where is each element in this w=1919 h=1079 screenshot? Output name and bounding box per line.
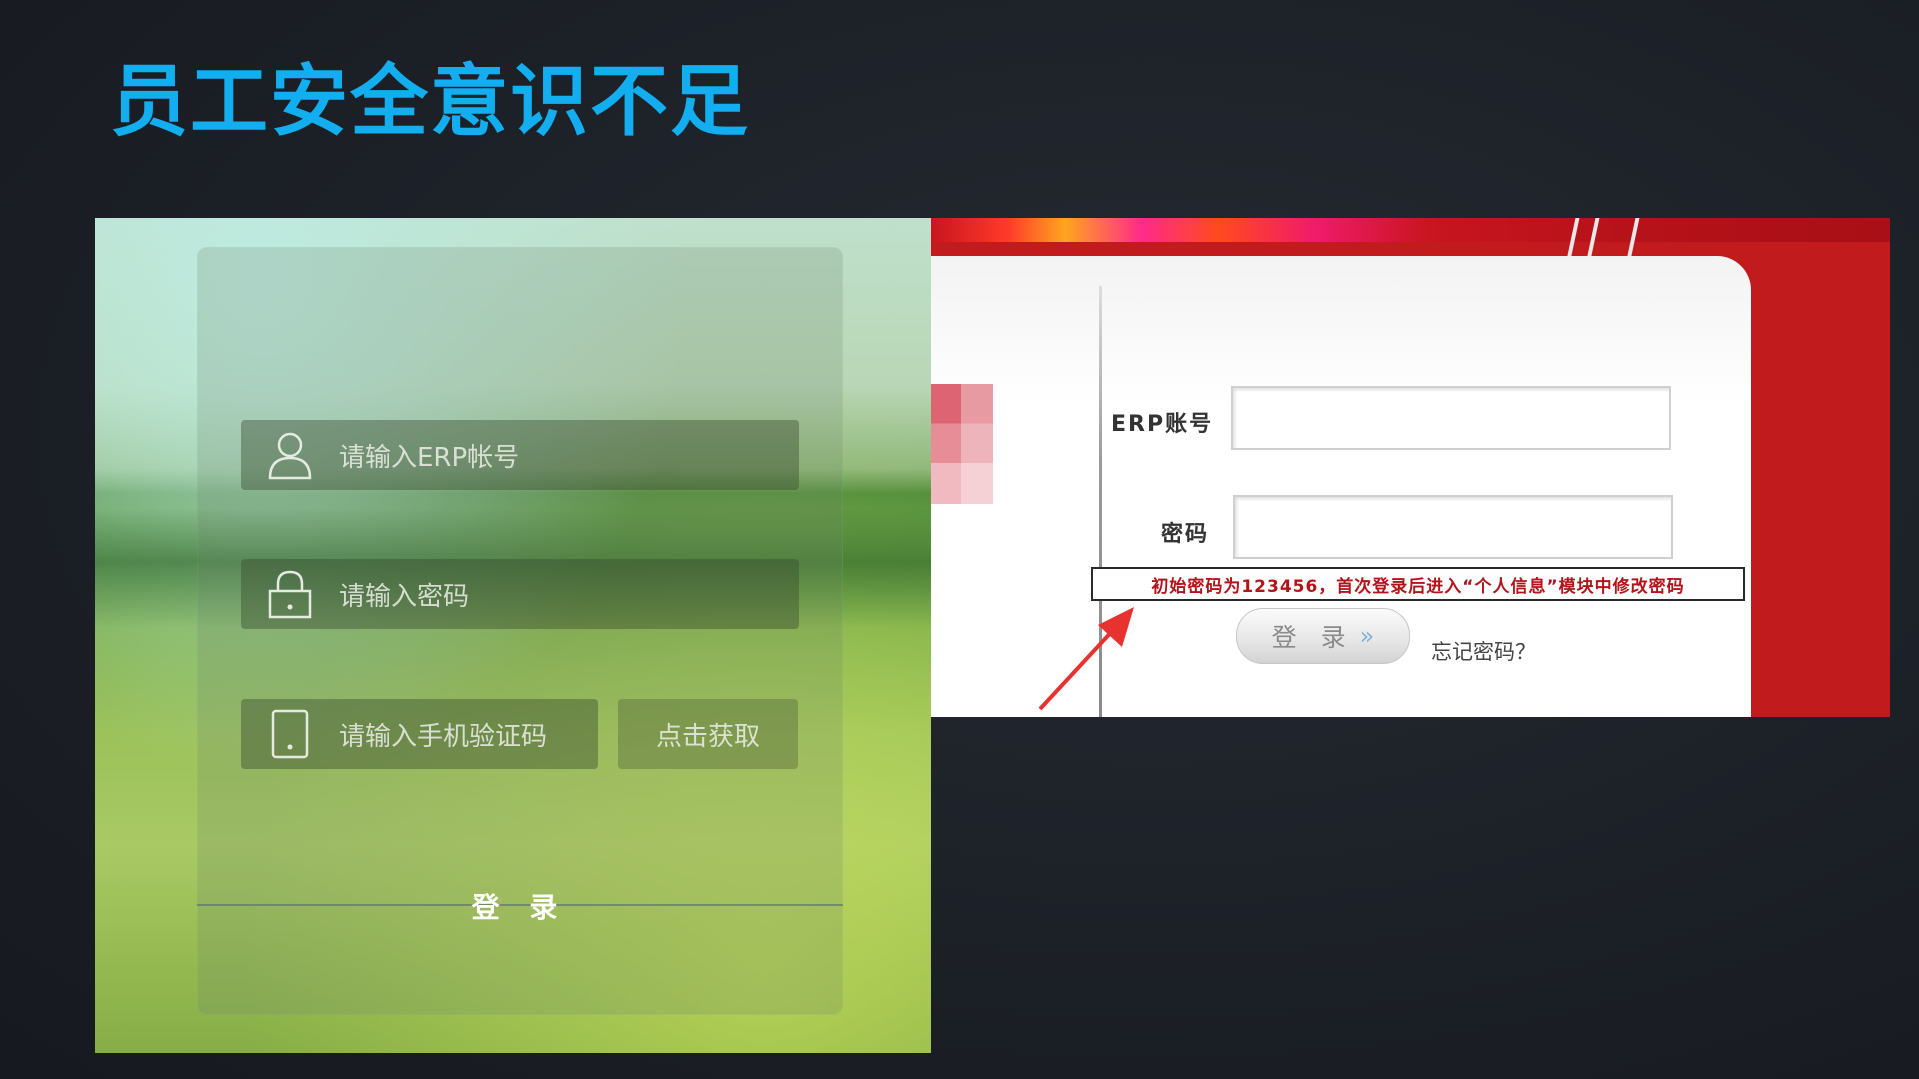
password-input[interactable]: 请输入密码 bbox=[241, 559, 799, 629]
erp-account-input[interactable] bbox=[1231, 386, 1671, 450]
login-button-label: 登 录 bbox=[471, 891, 568, 924]
header-banner bbox=[931, 218, 1890, 260]
user-icon bbox=[267, 430, 313, 480]
slide-title: 员工安全意识不足 bbox=[110, 57, 751, 147]
sms-code-input[interactable]: 请输入手机验证码 bbox=[241, 699, 598, 769]
get-code-button[interactable]: 点击获取 bbox=[618, 699, 798, 769]
erp-account-label: ERP账号 bbox=[1111, 412, 1214, 437]
banner-decoration bbox=[1626, 218, 1640, 260]
login-screenshot-left: 请输入ERP帐号 请输入密码 请输入手机验证码 点击获取 登 录 bbox=[95, 218, 931, 1053]
password-placeholder: 请输入密码 bbox=[339, 581, 470, 612]
phone-icon bbox=[267, 709, 313, 759]
account-placeholder: 请输入ERP帐号 bbox=[339, 442, 520, 473]
lock-icon bbox=[267, 569, 313, 619]
erp-login-button[interactable]: 登 录 » bbox=[1236, 608, 1410, 664]
erp-password-label: 密码 bbox=[1161, 522, 1210, 547]
sms-code-placeholder: 请输入手机验证码 bbox=[339, 721, 548, 752]
initial-password-notice: 初始密码为123456，首次登录后进入“个人信息”模块中修改密码 bbox=[1091, 567, 1745, 601]
login-button[interactable]: 登 录 bbox=[442, 887, 597, 925]
erp-login-screenshot: ERP账号 密码 初始密码为123456，首次登录后进入“个人信息”模块中修改密… bbox=[931, 218, 1890, 717]
double-chevron-icon: » bbox=[1359, 622, 1375, 650]
forgot-password-link[interactable]: 忘记密码？ bbox=[1431, 636, 1536, 666]
erp-login-label: 登 录 bbox=[1271, 623, 1354, 652]
red-arrow-icon bbox=[1038, 607, 1134, 711]
erp-password-input[interactable] bbox=[1233, 495, 1673, 559]
banner-decoration bbox=[1566, 218, 1580, 260]
login-panel: 请输入ERP帐号 请输入密码 请输入手机验证码 点击获取 登 录 bbox=[197, 247, 843, 1015]
account-input[interactable]: 请输入ERP帐号 bbox=[241, 420, 799, 490]
mosaic-redaction bbox=[931, 384, 993, 504]
banner-decoration bbox=[1586, 218, 1600, 260]
